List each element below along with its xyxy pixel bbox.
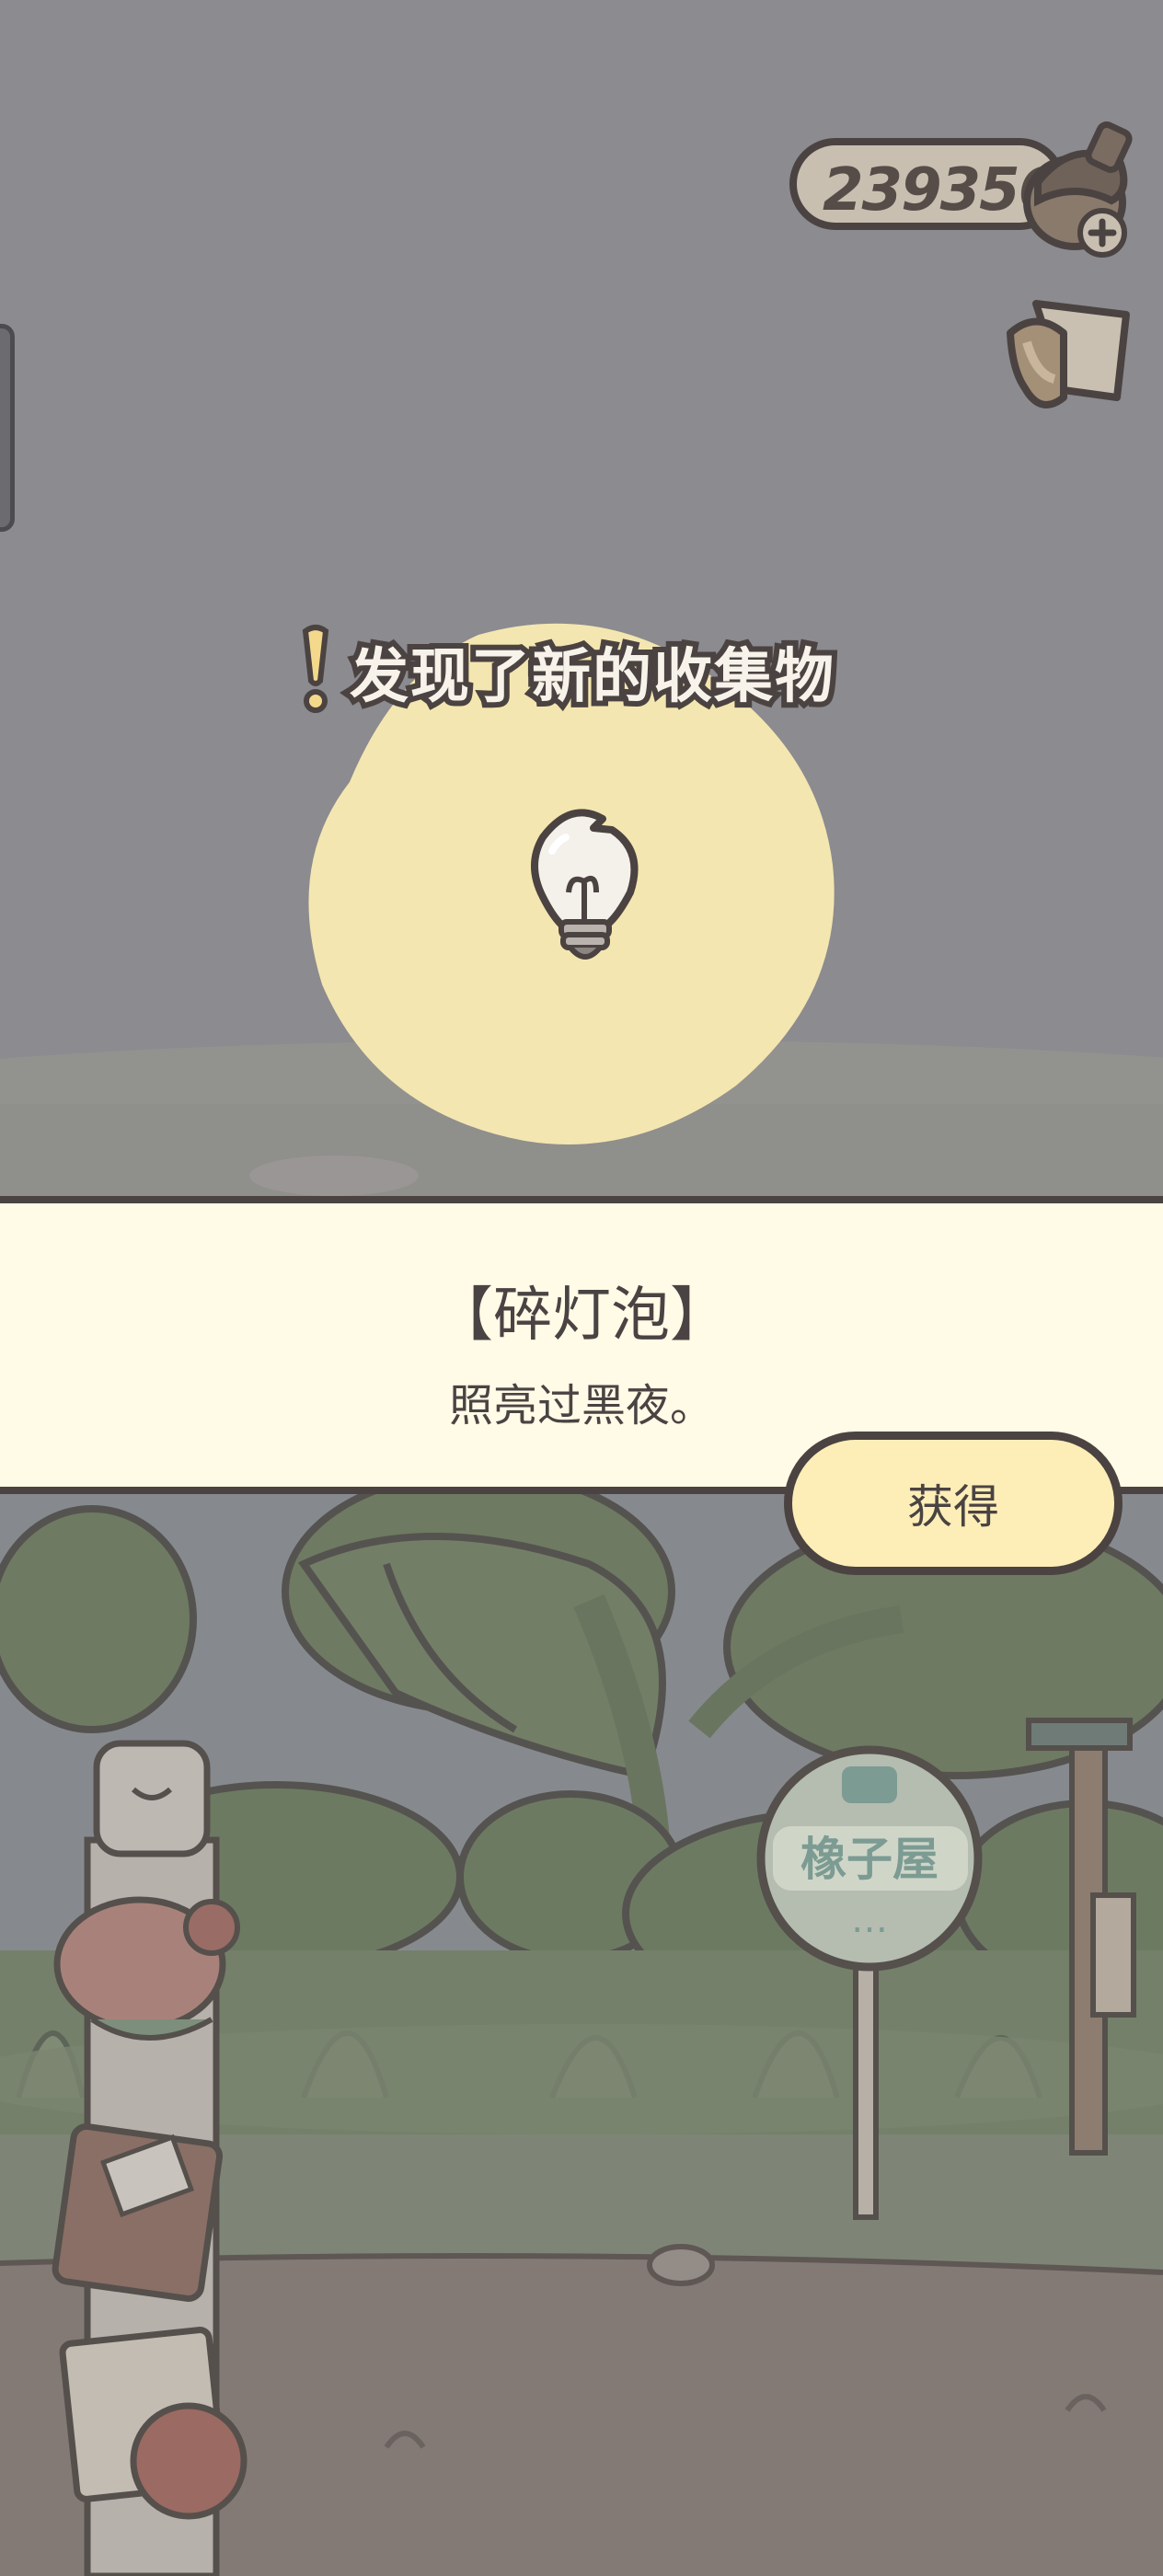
cup-icon[interactable] (999, 287, 1137, 425)
bus-stop-sign-label: 橡子屋 (800, 1833, 938, 1886)
exclamation-icon (302, 625, 329, 713)
plus-icon[interactable] (1077, 207, 1128, 259)
svg-text:…: … (851, 1899, 888, 1941)
broken-lightbulb-icon (531, 809, 639, 960)
game-screen: 橡子屋 … 239356 发现了新的收集物 【碎灯泡】 照亮过黑夜。 获得 (0, 0, 1163, 2576)
discovery-headline: 发现了新的收集物 (344, 626, 839, 718)
discovery-headline-text: 发现了新的收集物 (344, 638, 839, 717)
side-drawer-tab[interactable] (0, 324, 15, 532)
get-button[interactable]: 获得 (784, 1432, 1123, 1575)
item-name: 【碎灯泡】 (434, 1282, 729, 1350)
item-description: 照亮过黑夜。 (448, 1380, 714, 1432)
